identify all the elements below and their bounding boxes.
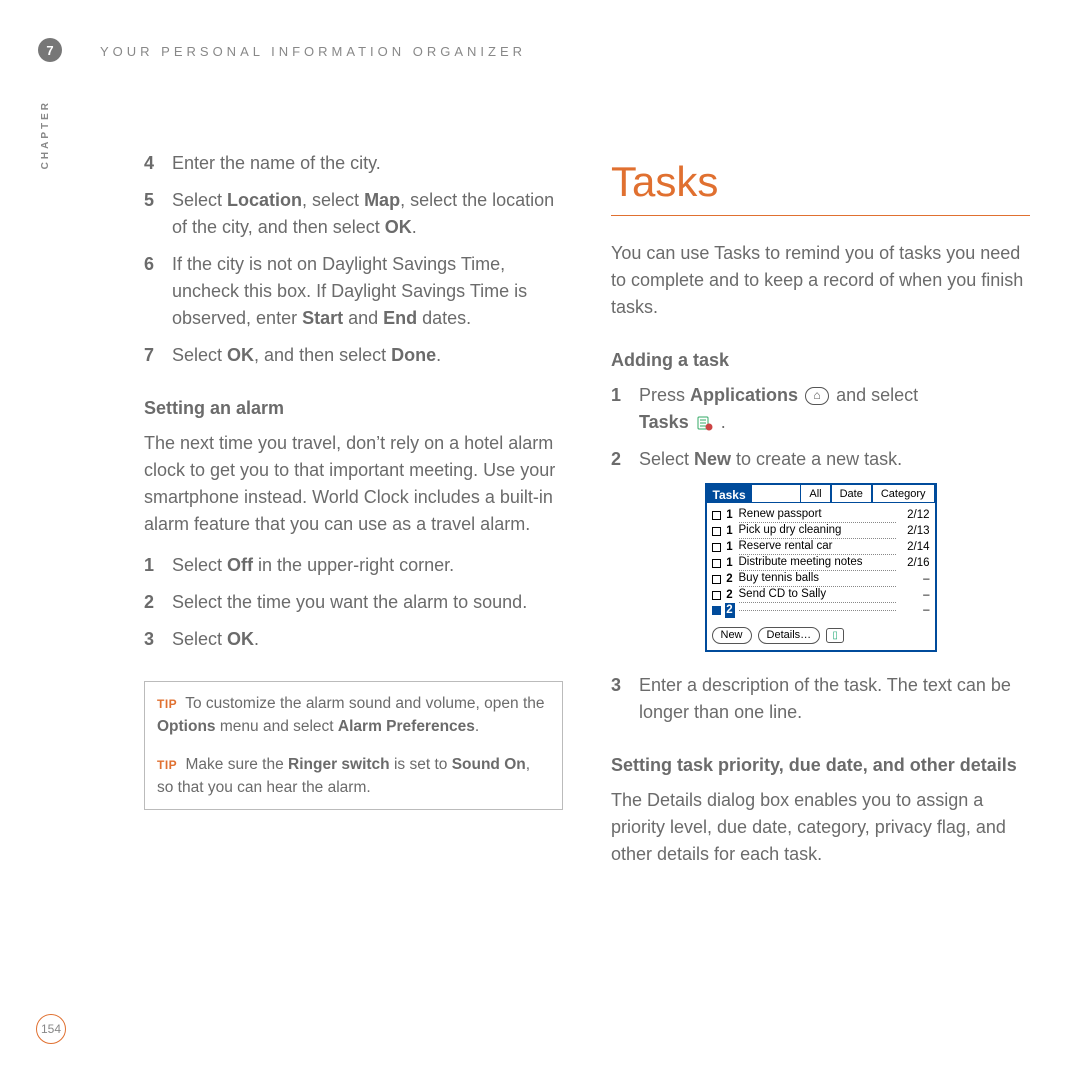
task-checkbox[interactable] (712, 575, 721, 584)
step-number: 2 (144, 589, 172, 616)
step-number: 3 (611, 672, 639, 726)
tasks-app-screenshot: Tasks All Date Category 1 Renew passport 2… (705, 483, 937, 652)
task-row[interactable]: 1 Renew passport 2/12 (712, 507, 930, 523)
task-date: 2/12 (900, 508, 930, 523)
step-number: 6 (144, 251, 172, 332)
task-description[interactable]: Reserve rental car (739, 539, 896, 555)
task-checkbox[interactable] (712, 559, 721, 568)
task-description[interactable]: Renew passport (739, 507, 896, 523)
filter-category-button[interactable]: Category (872, 485, 935, 503)
task-checkbox[interactable] (712, 543, 721, 552)
tasks-label: Tasks (639, 412, 689, 432)
screen-title: Tasks (707, 485, 752, 503)
tasks-app-icon (696, 414, 714, 432)
step-body: Enter a description of the task. The tex… (639, 672, 1030, 726)
page-number: 154 (36, 1014, 66, 1044)
task-row[interactable]: 2 Buy tennis balls– (712, 571, 930, 587)
task-checkbox[interactable] (712, 527, 721, 536)
step-body: If the city is not on Daylight Savings T… (172, 251, 563, 332)
step-number: 4 (144, 150, 172, 177)
details-button[interactable]: Details… (758, 627, 821, 644)
step-number: 1 (144, 552, 172, 579)
task-priority: 2 (725, 588, 735, 603)
setting-details-heading: Setting task priority, due date, and oth… (611, 752, 1030, 779)
step-body: Select New to create a new task. (639, 446, 1030, 473)
tip-box: TIP To customize the alarm sound and vol… (144, 681, 563, 810)
text: Press (639, 385, 690, 405)
task-description[interactable]: Distribute meeting notes (739, 555, 896, 571)
step-body: Select the time you want the alarm to so… (172, 589, 563, 616)
right-column: Tasks You can use Tasks to remind you of… (611, 150, 1030, 868)
adding-task-steps: 1 Press Applications and select Tasks . … (611, 382, 1030, 473)
task-row[interactable]: 1 Pick up dry cleaning 2/13 (712, 523, 930, 539)
task-description[interactable]: Buy tennis balls (739, 571, 896, 587)
task-row[interactable]: 1 Reserve rental car 2/14 (712, 539, 930, 555)
step-body: Select OK, and then select Done. (172, 342, 563, 369)
step-number: 1 (611, 382, 639, 436)
task-row[interactable]: 2 Send CD to Sally– (712, 587, 930, 603)
task-row[interactable]: 1 Distribute meeting notes 2/16 (712, 555, 930, 571)
keyboard-icon[interactable]: ▯ (826, 628, 844, 643)
chapter-number-badge: 7 (38, 38, 62, 62)
task-priority: 1 (725, 556, 735, 571)
step-number: 7 (144, 342, 172, 369)
task-priority: 1 (725, 524, 735, 539)
step-body: Select Location, select Map, select the … (172, 187, 563, 241)
task-priority: 1 (725, 508, 735, 523)
setting-alarm-heading: Setting an alarm (144, 395, 563, 422)
step-number: 3 (144, 626, 172, 653)
alarm-steps-list: 1Select Off in the upper-right corner.2S… (144, 552, 563, 653)
task-priority: 2 (725, 572, 735, 587)
step-body: Select OK. (172, 626, 563, 653)
section-rule (611, 215, 1030, 216)
step-body: Press Applications and select Tasks . (639, 382, 1030, 436)
running-head: YOUR PERSONAL INFORMATION ORGANIZER (100, 44, 526, 59)
tip-label: TIP (157, 758, 177, 772)
task-priority: 1 (725, 540, 735, 555)
task-checkbox[interactable] (712, 591, 721, 600)
task-date: 2/13 (900, 524, 930, 539)
task-checkbox[interactable] (712, 606, 721, 615)
chapter-side-label: CHAPTER (40, 100, 51, 169)
tip-1-text: To customize the alarm sound and volume,… (157, 695, 545, 735)
applications-label: Applications (690, 385, 798, 405)
new-button[interactable]: New (712, 627, 752, 644)
task-date: – (900, 603, 930, 618)
task-description[interactable]: Send CD to Sally (739, 587, 896, 603)
filter-date-button[interactable]: Date (831, 485, 872, 503)
left-column: 4Enter the name of the city.5Select Loca… (144, 150, 563, 868)
text: and select (836, 385, 918, 405)
task-row[interactable]: 2– (712, 603, 930, 618)
task-date: 2/16 (900, 556, 930, 571)
text: . (721, 412, 726, 432)
task-priority: 2 (725, 603, 735, 618)
task-description[interactable] (739, 610, 896, 611)
task-date: 2/14 (900, 540, 930, 555)
tip-label: TIP (157, 697, 177, 711)
tip-2-text: Make sure the Ringer switch is set to So… (157, 756, 530, 796)
filter-all-button[interactable]: All (800, 485, 830, 503)
details-body: The Details dialog box enables you to as… (611, 787, 1030, 868)
alarm-intro-paragraph: The next time you travel, don’t rely on … (144, 430, 563, 538)
tasks-intro: You can use Tasks to remind you of tasks… (611, 240, 1030, 321)
step-number: 2 (611, 446, 639, 473)
task-date: – (900, 572, 930, 587)
step-body: Select Off in the upper-right corner. (172, 552, 563, 579)
applications-icon (805, 387, 829, 405)
adding-task-heading: Adding a task (611, 347, 1030, 374)
task-date: – (900, 588, 930, 603)
step-body: Enter the name of the city. (172, 150, 563, 177)
task-checkbox[interactable] (712, 511, 721, 520)
adding-task-steps-cont: 3 Enter a description of the task. The t… (611, 672, 1030, 726)
task-description[interactable]: Pick up dry cleaning (739, 523, 896, 539)
step-number: 5 (144, 187, 172, 241)
tasks-section-title: Tasks (611, 150, 1030, 213)
city-steps-list: 4Enter the name of the city.5Select Loca… (144, 150, 563, 369)
